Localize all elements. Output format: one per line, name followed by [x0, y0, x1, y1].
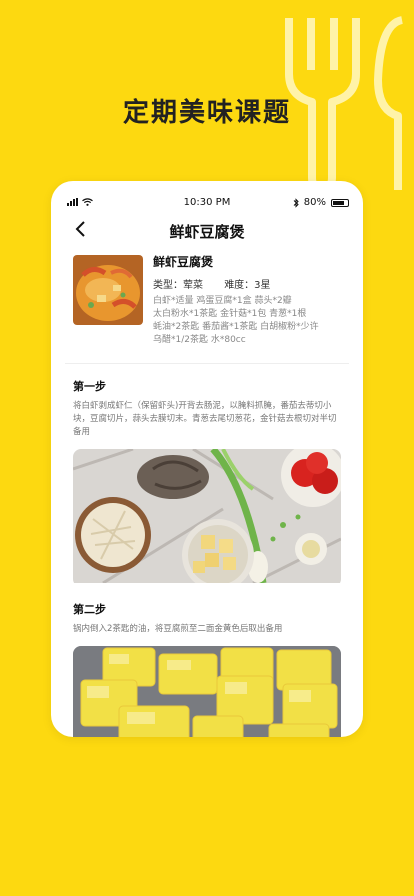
battery-icon: [331, 198, 349, 207]
page-title: 鲜虾豆腐煲: [169, 223, 245, 241]
recipe-difficulty: 难度：3星: [224, 280, 271, 291]
recipe-thumbnail[interactable]: [73, 255, 143, 325]
recipe-summary: 鲜虾豆腐煲 类型：荤菜 难度：3星 白虾*适量 鸡蛋豆腐*1盒 蒜头*2瓣 太白…: [65, 247, 349, 364]
ingredient-line: 太白粉水*1茶匙 金针菇*1包 青葱*1根: [153, 309, 307, 319]
step-1-image[interactable]: [73, 449, 341, 587]
status-right: 80%: [293, 197, 349, 208]
step-2-text: 锅内倒入2茶匙的油，将豆腐煎至二面金黄色后取出备用: [73, 624, 283, 634]
bluetooth-icon: [293, 197, 299, 208]
page-headline: 定期美味课题: [122, 98, 291, 128]
ingredient-line: 蚝油*2茶匙 番茄酱*1茶匙 白胡椒粉*少许: [153, 322, 319, 332]
status-bar: 10:30 PM 80%: [51, 187, 363, 211]
recipe-name: 鲜虾豆腐煲: [153, 255, 214, 269]
step-2-image[interactable]: [73, 646, 341, 737]
recipe-meta: 类型：荤菜 难度：3星: [153, 276, 349, 291]
nav-bar: 鲜虾豆腐煲: [51, 211, 363, 247]
recipe-type: 类型：荤菜: [153, 280, 203, 291]
ingredient-line: 白虾*适量 鸡蛋豆腐*1盒 蒜头*2瓣: [153, 296, 292, 306]
step-1-title: 第一步: [73, 380, 106, 393]
ingredients-list: 白虾*适量 鸡蛋豆腐*1盒 蒜头*2瓣 太白粉水*1茶匙 金针菇*1包 青葱*1…: [153, 295, 349, 347]
phone-mockup: 10:30 PM 80% 鲜虾豆腐煲 鲜虾豆腐煲 类型：荤菜 难度：3星 白虾*…: [51, 181, 363, 737]
battery-percent: 80%: [303, 197, 326, 208]
step-1-text: 将白虾剥成虾仁（保留虾头)开背去肠泥，以腌料抓腌，番茄去蒂切小块，豆腐切片，蒜头…: [73, 401, 337, 437]
recipe-info: 鲜虾豆腐煲 类型：荤菜 难度：3星 白虾*适量 鸡蛋豆腐*1盒 蒜头*2瓣 太白…: [153, 253, 349, 347]
step-2-title: 第二步: [73, 603, 106, 616]
ingredient-line: 乌醋*1/2茶匙 水*80cc: [153, 335, 246, 345]
